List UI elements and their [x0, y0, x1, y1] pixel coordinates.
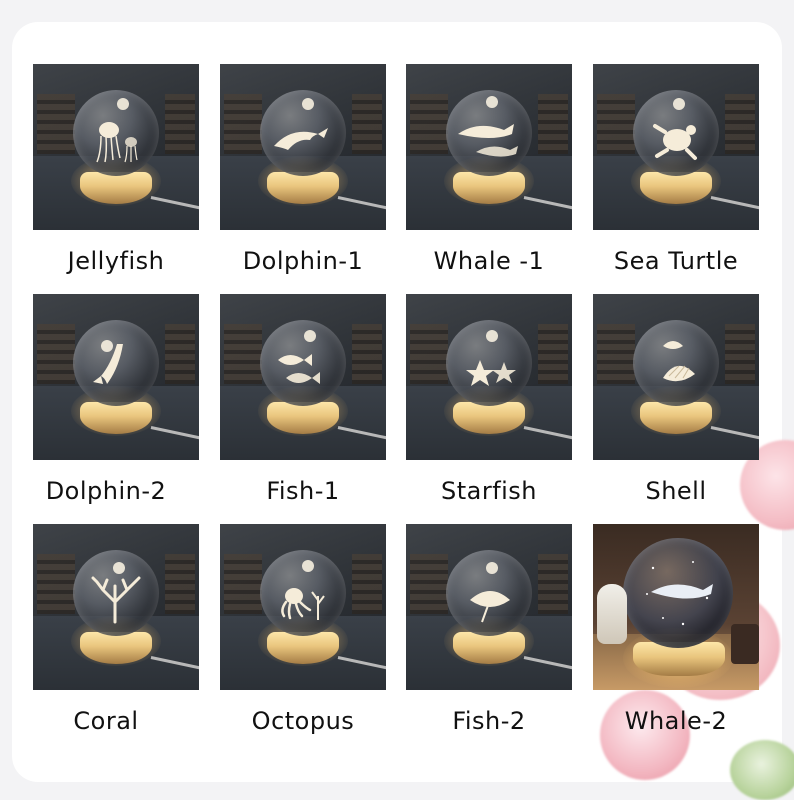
product-label: Sea Turtle [613, 247, 739, 275]
product-label: Whale -1 [433, 247, 545, 275]
product-tile-dolphin-2[interactable] [33, 294, 199, 460]
product-tile-coral[interactable] [33, 524, 199, 690]
whale-icon [458, 96, 518, 157]
astronaut-figurine [597, 584, 627, 644]
product-tile-octopus[interactable] [220, 524, 386, 690]
product-label: Dolphin-2 [45, 477, 167, 505]
flower-pot [731, 624, 759, 664]
product-tile-dolphin-1[interactable] [220, 64, 386, 230]
octopus-icon [281, 560, 325, 620]
sea-turtle-icon [653, 98, 697, 160]
product-tile-starfish[interactable] [406, 294, 572, 460]
product-tile-fish-1[interactable] [220, 294, 386, 460]
fish-icon [470, 562, 510, 623]
fish-icon [278, 330, 320, 384]
product-tile-whale-2[interactable] [593, 524, 759, 690]
starfish-icon [466, 330, 516, 386]
jellyfish-icon [96, 98, 138, 163]
product-label: Shell [645, 477, 707, 505]
product-tile-jellyfish[interactable] [33, 64, 199, 230]
product-tile-sea-turtle[interactable] [593, 64, 759, 230]
product-label: Whale-2 [624, 707, 728, 735]
dolphin-icon [93, 340, 123, 384]
product-label: Fish-2 [452, 707, 526, 735]
whale-icon [646, 561, 713, 626]
product-tile-whale-1[interactable] [406, 64, 572, 230]
coral-icon [91, 562, 141, 624]
product-label: Jellyfish [67, 247, 165, 275]
product-label: Starfish [440, 477, 538, 505]
product-tile-shell[interactable] [593, 294, 759, 460]
product-label: Octopus [251, 707, 355, 735]
product-label: Dolphin-1 [242, 247, 364, 275]
product-tile-fish-2[interactable] [406, 524, 572, 690]
dolphin-icon [274, 98, 328, 150]
product-label: Coral [73, 707, 139, 735]
shell-icon [663, 341, 695, 382]
product-label: Fish-1 [266, 477, 340, 505]
